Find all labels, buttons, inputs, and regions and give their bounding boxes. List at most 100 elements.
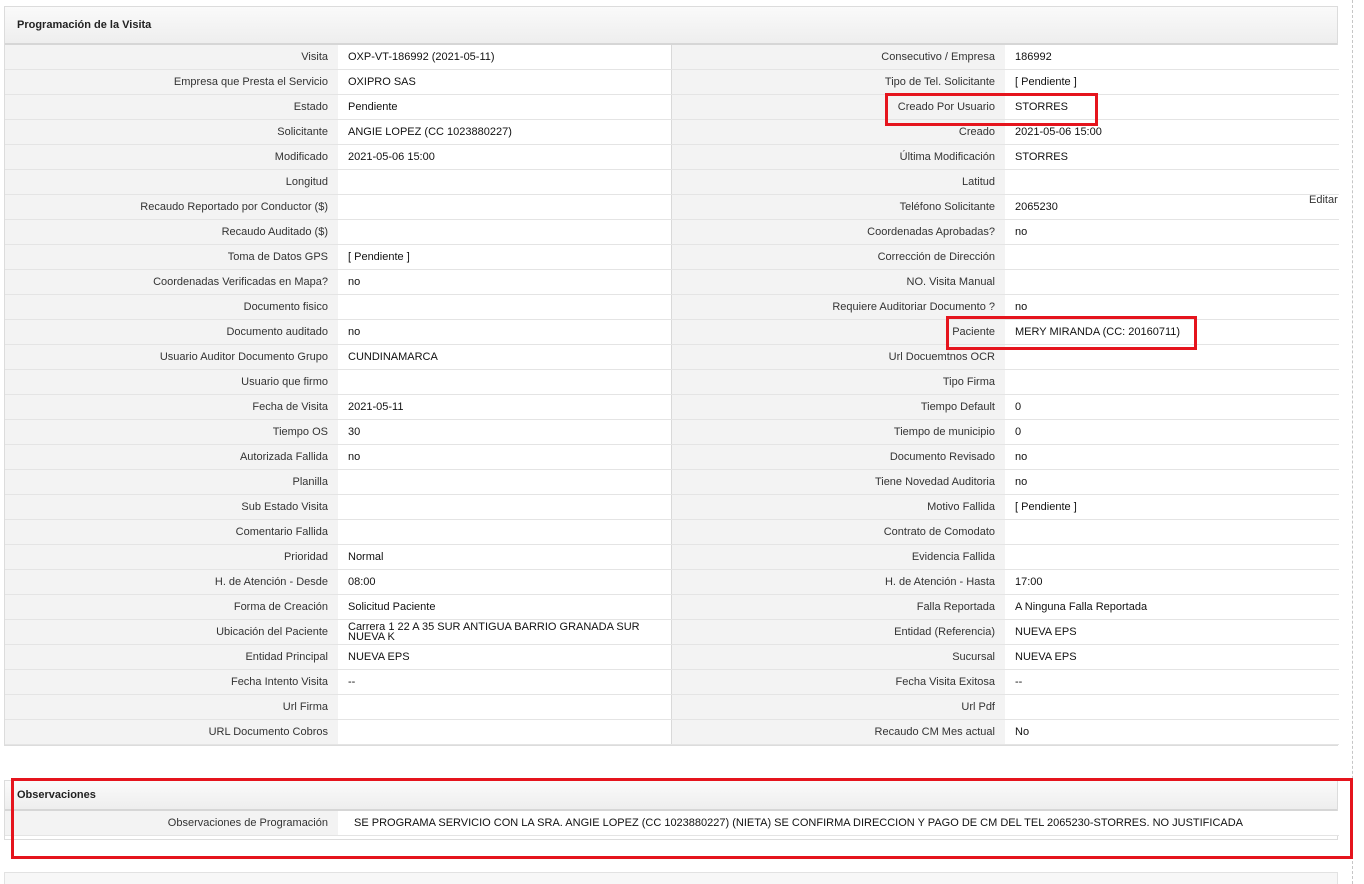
field-value [338,169,672,195]
table-row: Solicitante ANGIE LOPEZ (CC 1023880227) Cr… [5,119,1339,145]
table-row: Forma de Creación Solicitud Paciente Falla… [5,594,1339,620]
field-label: Recaudo Reportado por Conductor ($) [5,194,338,220]
field-label: Usuario Auditor Documento Grupo [5,344,338,370]
edit-link[interactable]: Editar [1309,194,1338,206]
field-label: Planilla [5,469,338,495]
field-label: URL Documento Cobros [5,719,338,745]
field-label: Creado [671,119,1005,145]
field-label: Coordenadas Aprobadas? [671,219,1005,245]
field-label: Coordenadas Verificadas en Mapa? [5,269,338,295]
field-value: 0 [1005,419,1339,445]
field-label: NO. Visita Manual [671,269,1005,295]
table-row: Fecha Intento Visita -- Fecha Visita Exit… [5,669,1339,695]
field-label: Toma de Datos GPS [5,244,338,270]
field-label: Longitud [5,169,338,195]
table-row: Planilla Tiene Novedad Auditoria no [5,469,1339,495]
field-label: Fecha de Visita [5,394,338,420]
observations-value: SE PROGRAMA SERVICIO CON LA SRA. ANGIE L… [338,811,1339,836]
field-label: Documento auditado [5,319,338,345]
field-value [338,719,672,745]
field-value: CUNDINAMARCA [338,344,672,370]
section-title: Programación de la Visita [5,7,1337,45]
field-label: Comentario Fallida [5,519,338,545]
field-value: [ Pendiente ] [1005,69,1339,95]
field-label: Requiere Auditoriar Documento ? [671,294,1005,320]
field-value: [ Pendiente ] [338,244,672,270]
field-value: STORRES [1005,144,1339,170]
field-value: Normal [338,544,672,570]
field-value: 2021-05-11 [338,394,672,420]
table-row: Longitud Latitud [5,169,1339,195]
observations-panel: Observaciones Observaciones de Programac… [4,780,1339,840]
table-row: Visita OXP-VT-186992 (2021-05-11) Consecut… [5,45,1339,70]
field-label: Consecutivo / Empresa [671,45,1005,70]
field-label: Ubicación del Paciente [5,619,338,645]
field-label: Estado [5,94,338,120]
field-label: Tiempo OS [5,419,338,445]
field-label: Contrato de Comodato [671,519,1005,545]
field-label: Tipo Firma [671,369,1005,395]
field-label: Sub Estado Visita [5,494,338,520]
field-label: Evidencia Fallida [671,544,1005,570]
field-value [338,294,672,320]
field-value-text: Carrera 1 22 A 35 SUR ANTIGUA BARRIO GRA… [348,621,640,643]
field-value: no [338,269,672,295]
visit-details-rows: Visita OXP-VT-186992 (2021-05-11) Consecut… [5,45,1339,745]
field-value: no [1005,469,1339,495]
table-row: Modificado 2021-05-06 15:00 Última Modific… [5,144,1339,170]
field-value: 2021-05-06 15:00 [338,144,672,170]
table-row: Documento auditado no Paciente MERY MIRAND… [5,319,1339,345]
field-value [338,519,672,545]
field-value: no [1005,219,1339,245]
field-value: Pendiente [338,94,672,120]
field-value: -- [338,669,672,695]
visit-details-table: Visita OXP-VT-186992 (2021-05-11) Consecut… [5,45,1339,745]
field-value: ANGIE LOPEZ (CC 1023880227) [338,119,672,145]
field-label: Modificado [5,144,338,170]
field-value: NUEVA EPS [1005,644,1339,670]
field-label: Empresa que Presta el Servicio [5,69,338,95]
field-value: [ Pendiente ] [1005,494,1339,520]
visit-schedule-panel: Programación de la Visita Visita OXP-VT-1… [4,6,1339,746]
field-value [1005,269,1339,295]
field-value: OXIPRO SAS [338,69,672,95]
field-value: 0 [1005,394,1339,420]
field-value: NUEVA EPS [1005,619,1339,645]
field-value [338,494,672,520]
field-label: Sucursal [671,644,1005,670]
table-row: Sub Estado Visita Motivo Fallida[ Pendien… [5,494,1339,520]
field-label: Documento fisico [5,294,338,320]
field-label: H. de Atención - Hasta [671,569,1005,595]
table-row: Recaudo Reportado por Conductor ($) Teléf… [5,194,1339,220]
field-value: NUEVA EPS [338,644,672,670]
field-label: Documento Revisado [671,444,1005,470]
table-row: Entidad Principal NUEVA EPS Sucursal NUEVA … [5,644,1339,670]
table-row: Toma de Datos GPS[ Pendiente ] Corrección… [5,244,1339,270]
field-value [1005,694,1339,720]
table-row: Usuario Auditor Documento Grupo CUNDINAMA… [5,344,1339,370]
field-value [338,369,672,395]
field-label: Teléfono Solicitante [671,194,1005,220]
field-label: Autorizada Fallida [5,444,338,470]
table-row: H. de Atención - Desde 08:00 H. de Atenció… [5,569,1339,595]
field-value: no [338,444,672,470]
field-value: Carrera 1 22 A 35 SUR ANTIGUA BARRIO GRA… [338,619,672,645]
field-value: 30 [338,419,672,445]
field-label: Forma de Creación [5,594,338,620]
field-label: Falla Reportada [671,594,1005,620]
field-value: OXP-VT-186992 (2021-05-11) [338,45,672,70]
field-value [338,469,672,495]
table-row: Coordenadas Verificadas en Mapa? no NO. V… [5,269,1339,295]
table-row: Fecha de Visita 2021-05-11 Tiempo Default… [5,394,1339,420]
table-row: Tiempo OS 30 Tiempo de municipio 0 [5,419,1339,445]
field-value [1005,369,1339,395]
field-label: Recaudo Auditado ($) [5,219,338,245]
field-label: Url Pdf [671,694,1005,720]
field-value [1005,169,1339,195]
field-value [338,194,672,220]
field-value: STORRES [1005,94,1339,120]
field-label: Fecha Visita Exitosa [671,669,1005,695]
field-label: H. de Atención - Desde [5,569,338,595]
table-row: Prioridad Normal Evidencia Fallida [5,544,1339,570]
field-label: Tiene Novedad Auditoria [671,469,1005,495]
